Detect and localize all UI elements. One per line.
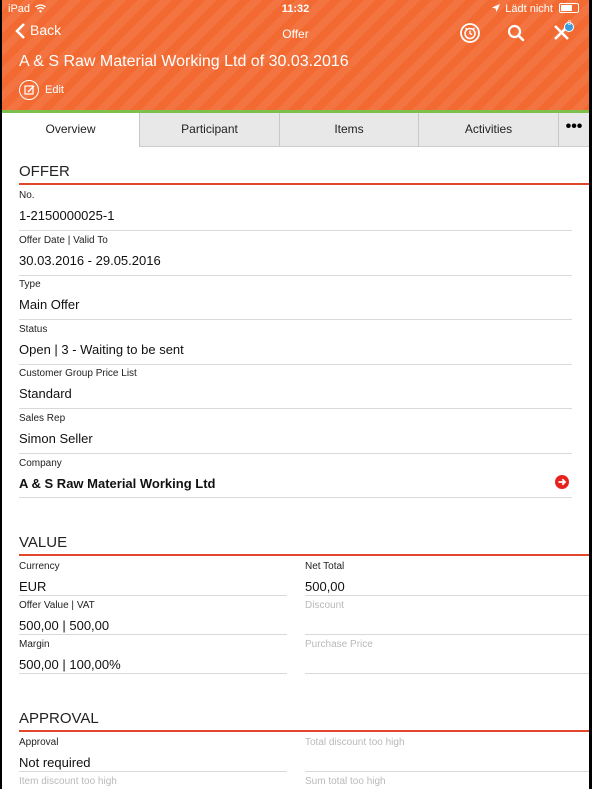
item-discount-field: Item discount too high bbox=[19, 776, 287, 789]
offer-value-field: Offer Value | VAT 500,00 | 500,00 bbox=[19, 600, 287, 635]
field-label: Currency bbox=[19, 561, 60, 572]
tab-overview[interactable]: Overview bbox=[2, 113, 140, 147]
field-label: Purchase Price bbox=[305, 639, 373, 650]
back-button[interactable]: Back bbox=[14, 22, 61, 39]
field-label: Total discount too high bbox=[305, 737, 405, 748]
field-label: Margin bbox=[19, 639, 50, 650]
field-label: Type bbox=[19, 279, 41, 290]
header-bar: iPad 11:32 Lädt nicht Back Offer 0 A & S… bbox=[2, 0, 589, 110]
status-bar: iPad 11:32 Lädt nicht bbox=[2, 0, 589, 18]
sales-rep-field: Sales Rep Simon Seller bbox=[19, 413, 572, 454]
field-value: 500,00 bbox=[305, 579, 345, 594]
field-label: Item discount too high bbox=[19, 776, 117, 787]
alarm-clock-icon[interactable] bbox=[459, 22, 481, 44]
search-icon[interactable] bbox=[505, 22, 527, 44]
offer-section-header: OFFER bbox=[19, 163, 589, 185]
field-label: Sum total too high bbox=[305, 776, 386, 787]
tools-icon[interactable]: 0 bbox=[551, 20, 574, 44]
value-section-header: VALUE bbox=[19, 534, 589, 556]
battery-status: Lädt nicht bbox=[492, 3, 579, 15]
approval-section-header: APPROVAL bbox=[19, 710, 589, 732]
more-tabs-button[interactable]: ••• bbox=[559, 113, 589, 146]
field-value: EUR bbox=[19, 579, 47, 594]
price-list-field: Customer Group Price List Standard bbox=[19, 368, 572, 409]
field-label: Offer Date | Valid To bbox=[19, 235, 108, 246]
sum-total-field: Sum total too high bbox=[305, 776, 589, 789]
company-link[interactable]: A & S Raw Material Working Ltd bbox=[19, 476, 215, 491]
cart-badge: 0 bbox=[567, 20, 572, 27]
discount-field: Discount bbox=[305, 600, 589, 635]
field-label: Sales Rep bbox=[19, 413, 66, 424]
edit-button[interactable]: Edit bbox=[19, 80, 64, 100]
field-label: Offer Value | VAT bbox=[19, 600, 95, 611]
record-title: A & S Raw Material Working Ltd of 30.03.… bbox=[19, 53, 349, 70]
offer-date-field: Offer Date | Valid To 30.03.2016 - 29.05… bbox=[19, 235, 572, 276]
battery-icon bbox=[559, 3, 579, 13]
field-label: No. bbox=[19, 190, 35, 201]
field-label: Company bbox=[19, 458, 62, 469]
tab-items[interactable]: Items bbox=[280, 113, 419, 146]
field-value: 500,00 | 500,00 bbox=[19, 618, 110, 633]
field-value: Not required bbox=[19, 755, 91, 770]
tab-bar: Overview Participant Items Activities ••… bbox=[2, 113, 589, 147]
section-title: APPROVAL bbox=[19, 710, 99, 727]
nav-bar: Back Offer 0 bbox=[2, 18, 589, 48]
total-discount-field: Total discount too high bbox=[305, 737, 589, 772]
edit-label: Edit bbox=[45, 83, 64, 96]
screen: iPad 11:32 Lädt nicht Back Offer 0 A & S… bbox=[2, 0, 589, 789]
edit-icon bbox=[19, 80, 39, 100]
field-label: Status bbox=[19, 324, 48, 335]
location-arrow-icon bbox=[492, 4, 501, 12]
tab-participant[interactable]: Participant bbox=[140, 113, 280, 146]
section-title: OFFER bbox=[19, 163, 70, 180]
section-divider bbox=[19, 183, 589, 185]
field-value: Standard bbox=[19, 386, 72, 401]
tab-activities[interactable]: Activities bbox=[419, 113, 559, 146]
field-label: Net Total bbox=[305, 561, 345, 572]
nav-title: Offer bbox=[282, 27, 309, 41]
chevron-left-icon bbox=[15, 23, 25, 39]
margin-field: Margin 500,00 | 100,00% bbox=[19, 639, 287, 674]
section-title: VALUE bbox=[19, 534, 68, 551]
field-value: 30.03.2016 - 29.05.2016 bbox=[19, 253, 161, 268]
currency-field: Currency EUR bbox=[19, 561, 287, 596]
arrow-right-circle-icon[interactable] bbox=[555, 475, 569, 489]
net-total-field: Net Total 500,00 bbox=[305, 561, 589, 596]
purchase-price-field: Purchase Price bbox=[305, 639, 589, 674]
approval-field: Approval Not required bbox=[19, 737, 287, 772]
offer-status-field: Status Open | 3 - Waiting to be sent bbox=[19, 324, 572, 365]
section-divider bbox=[19, 554, 589, 556]
field-label: Approval bbox=[19, 737, 59, 748]
field-value: Main Offer bbox=[19, 297, 80, 312]
field-value: 1-2150000025-1 bbox=[19, 208, 115, 223]
offer-number-field: No. 1-2150000025-1 bbox=[19, 190, 572, 231]
offer-type-field: Type Main Offer bbox=[19, 279, 572, 320]
field-label: Customer Group Price List bbox=[19, 368, 137, 379]
section-divider bbox=[19, 730, 589, 732]
field-label: Discount bbox=[305, 600, 344, 611]
field-value: Simon Seller bbox=[19, 431, 93, 446]
field-value: 500,00 | 100,00% bbox=[19, 657, 121, 672]
field-value: Open | 3 - Waiting to be sent bbox=[19, 342, 184, 357]
company-field[interactable]: Company A & S Raw Material Working Ltd bbox=[19, 458, 572, 498]
